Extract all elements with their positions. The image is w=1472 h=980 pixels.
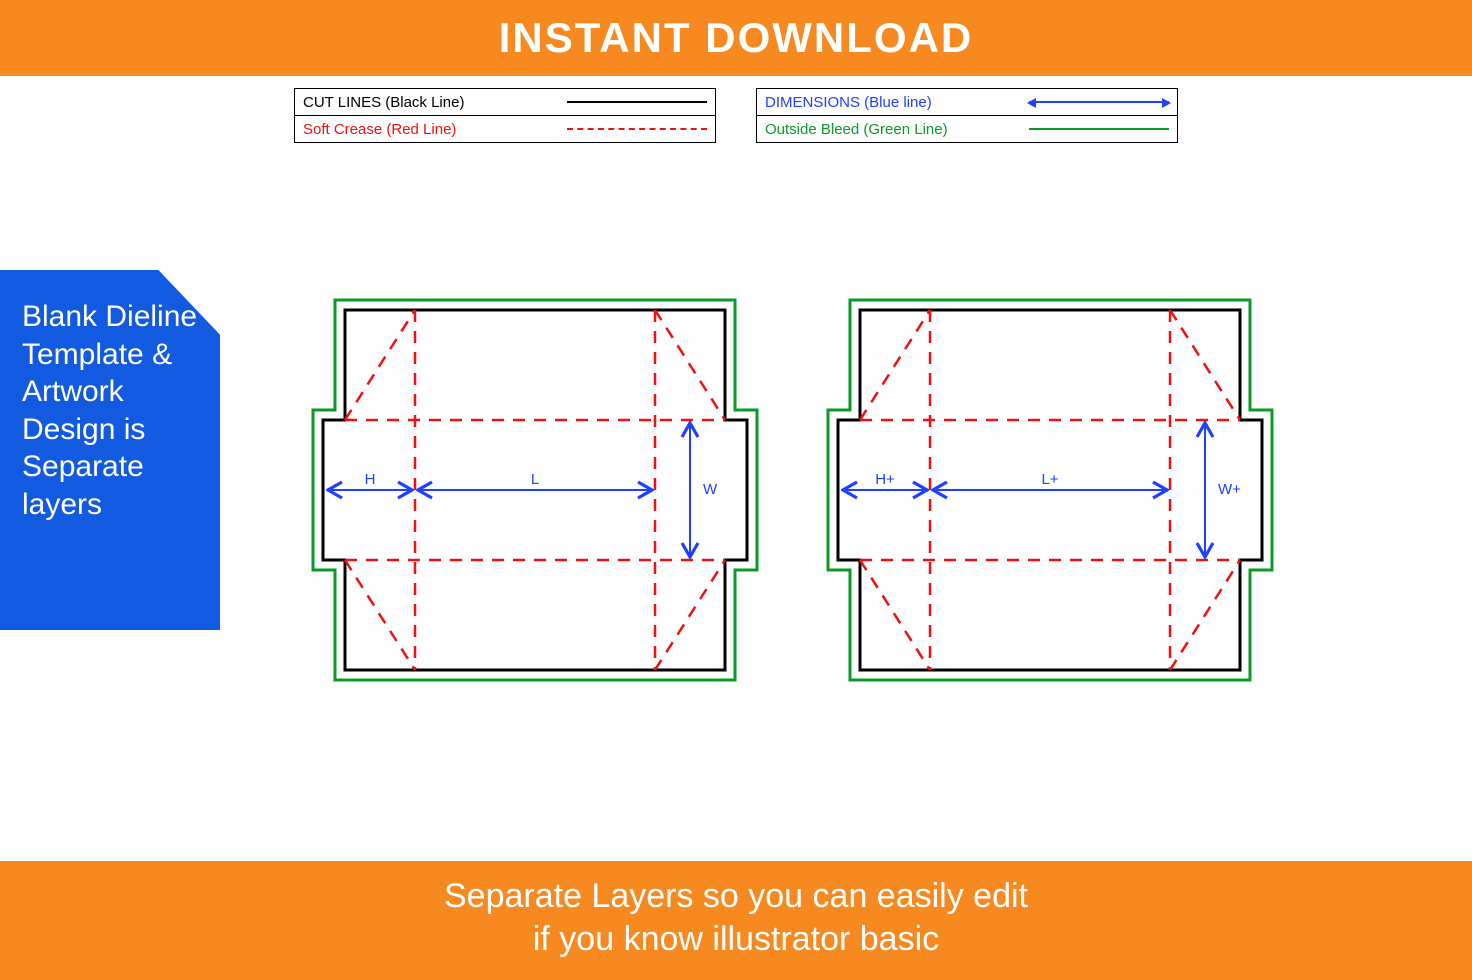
dim-l-plus: L+ <box>1041 471 1058 488</box>
legend-cut-label: CUT LINES (Black Line) <box>303 94 567 111</box>
legend: CUT LINES (Black Line) Soft Crease (Red … <box>0 88 1472 143</box>
dim-w: W <box>703 481 718 498</box>
legend-crease-label: Soft Crease (Red Line) <box>303 121 567 138</box>
dieline-diagrams: H L W H+ L+ W+ <box>305 290 1305 690</box>
legend-crease-row: Soft Crease (Red Line) <box>295 115 715 142</box>
bottom-banner: Separate Layers so you can easily edit i… <box>0 861 1472 980</box>
dieline-left: H L W <box>305 290 765 690</box>
legend-left-box: CUT LINES (Black Line) Soft Crease (Red … <box>294 88 716 143</box>
legend-dim-row: DIMENSIONS (Blue line) <box>757 89 1177 115</box>
bottom-line2: if you know illustrator basic <box>0 918 1472 961</box>
top-banner: INSTANT DOWNLOAD <box>0 0 1472 76</box>
green-line-icon <box>1029 128 1169 130</box>
side-badge: Blank Dieline Template & Artwork Design … <box>0 270 220 630</box>
legend-cut-row: CUT LINES (Black Line) <box>295 89 715 115</box>
legend-bleed-label: Outside Bleed (Green Line) <box>765 121 1029 138</box>
bottom-line1: Separate Layers so you can easily edit <box>0 875 1472 918</box>
legend-dim-label: DIMENSIONS (Blue line) <box>765 94 1029 111</box>
legend-right-box: DIMENSIONS (Blue line) Outside Bleed (Gr… <box>756 88 1178 143</box>
dim-w-plus: W+ <box>1218 481 1241 498</box>
red-dash-icon <box>567 128 707 130</box>
dim-h-plus: H+ <box>875 471 895 488</box>
legend-bleed-row: Outside Bleed (Green Line) <box>757 115 1177 142</box>
blue-arrow-icon <box>1029 101 1169 103</box>
dim-l: L <box>531 471 539 488</box>
black-line-icon <box>567 101 707 103</box>
dim-h: H <box>365 471 376 488</box>
dieline-right: H+ L+ W+ <box>820 290 1280 690</box>
